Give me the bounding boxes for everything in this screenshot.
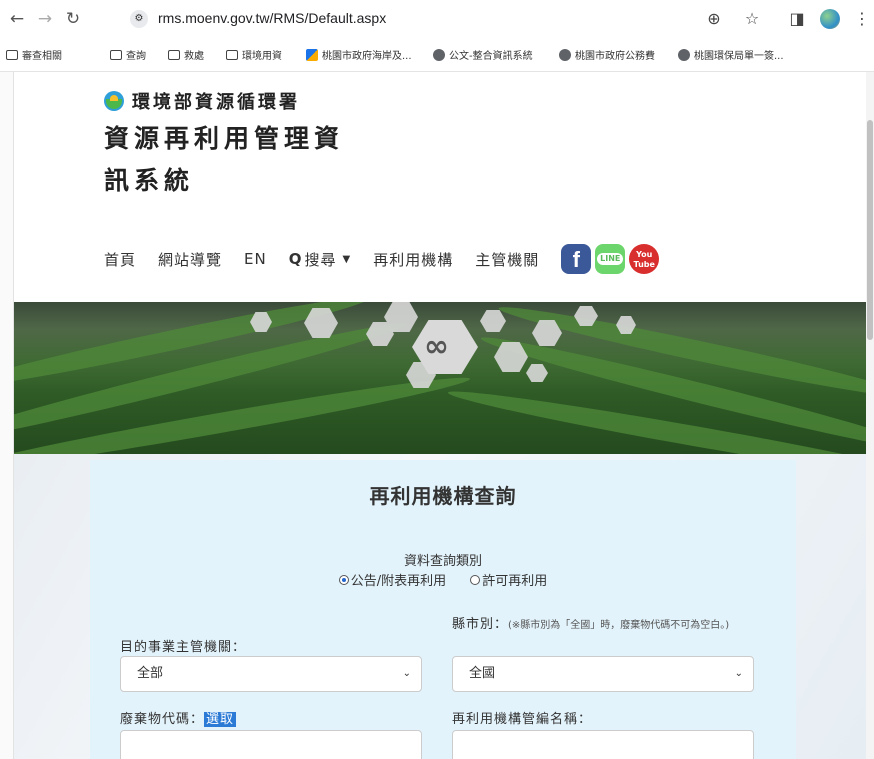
authority-select[interactable]: 全部 ⌄ [120,656,422,692]
back-arrow-icon[interactable]: ← [6,8,28,30]
system-title[interactable]: 資源再利用管理資訊系統 [104,118,364,202]
menu-sitemap[interactable]: 網站導覽 [158,249,222,270]
radio-announced[interactable]: 公告/附表再利用 [338,570,446,589]
scrollbar-thumb[interactable] [867,120,873,340]
waste-code-label-block: 廢棄物代碼： 選取 [120,708,237,727]
agency-name: 環境部資源循環署 [132,92,300,113]
youtube-icon[interactable]: You Tube [629,244,660,274]
authority-select-value: 全部 [137,666,164,681]
county-label-block: 縣市別：(※縣市別為「全國」時，廢棄物代碼不可為空白。) [452,614,762,637]
county-select-value: 全國 [469,666,496,681]
waste-code-input[interactable] [120,730,422,759]
side-panel-icon[interactable]: ◨ [787,9,807,28]
hero-banner-image: ∞ [14,302,866,454]
browser-toolbar: ← → ↻ ⚙ rms.moenv.gov.tw/RMS/Default.asp… [0,0,874,38]
form-title: 再利用機構查詢 [369,484,517,508]
agency-logo-icon [104,91,124,111]
org-name-label: 再利用機構管編名稱： [452,712,593,727]
forward-arrow-icon[interactable]: → [34,8,56,30]
folder-icon [226,49,238,60]
menu-search-label: 搜尋 [304,250,337,269]
county-select[interactable]: 全國 ⌄ [452,656,754,692]
star-icon[interactable]: ☆ [742,9,762,28]
search-icon: Q [288,250,303,268]
chevron-down-icon: ⌄ [402,668,411,679]
chevron-down-icon: ⌄ [734,668,743,679]
web-page: 環境部資源循環署 資源再利用管理資訊系統 首頁 網站導覽 EN Q 搜尋 ▼ 再… [14,72,866,759]
folder-icon [110,49,122,60]
reload-icon[interactable]: ↻ [62,8,84,30]
query-type-radios: 公告/附表再利用 許可再利用 [90,570,796,589]
bookmark-link[interactable]: 桃園環保局單一簽... [678,47,784,62]
menu-authority[interactable]: 主管機關 [475,249,539,270]
radio-selected-icon [338,574,349,585]
menu-reuse-org[interactable]: 再利用機構 [373,249,453,270]
menu-dots-icon[interactable]: ⋮ [852,9,872,28]
bookmark-link[interactable]: 桃園市政府海岸及... [306,47,412,62]
query-type-label: 資料查詢類別 [403,554,482,569]
globe-icon [559,48,571,61]
bookmark-folder[interactable]: 救處 [168,47,204,62]
query-form-card: 再利用機構查詢 資料查詢類別 公告/附表再利用 許可再利用 目的事業主管機關： … [90,460,796,759]
social-links: f LINE You Tube [561,244,660,274]
site-favicon-icon [306,48,318,61]
folder-icon [168,49,180,60]
caret-down-icon: ▼ [342,253,352,265]
agency-logo-row[interactable]: 環境部資源循環署 [104,88,300,114]
main-menu: 首頁 網站導覽 EN Q 搜尋 ▼ 再利用機構 主管機關 f LINE You … [104,242,660,276]
site-info-icon[interactable]: ⚙ [130,10,148,28]
facebook-icon[interactable]: f [561,244,592,274]
menu-search[interactable]: Q 搜尋 ▼ [289,249,351,270]
county-note: (※縣市別為「全國」時，廢棄物代碼不可為空白。) [508,620,730,631]
menu-english[interactable]: EN [244,250,267,268]
profile-avatar[interactable] [820,9,840,29]
address-bar[interactable]: ⚙ rms.moenv.gov.tw/RMS/Default.aspx [118,5,778,33]
menu-home[interactable]: 首頁 [104,249,136,270]
zoom-icon[interactable]: ⊕ [704,9,724,28]
content-area: 再利用機構查詢 資料查詢類別 公告/附表再利用 許可再利用 目的事業主管機關： … [14,454,866,759]
radio-permit[interactable]: 許可再利用 [470,570,547,589]
folder-icon [6,49,18,60]
globe-icon [433,48,445,61]
county-label: 縣市別： [452,617,509,632]
bookmark-link[interactable]: 公文-整合資訊系統 [433,47,533,62]
authority-label: 目的事業主管機關： [120,640,247,655]
pick-link[interactable]: 選取 [204,712,237,727]
waste-code-label: 廢棄物代碼： [120,712,205,727]
bookmark-link[interactable]: 桃園市政府公務費 [559,47,655,62]
bookmark-folder[interactable]: 查詢 [110,47,146,62]
bookmark-folder[interactable]: 審查相關 [6,47,62,62]
bookmarks-bar: 審查相關 查詢 救處 環境用資 桃園市政府海岸及... 公文-整合資訊系統 桃園… [0,38,874,97]
org-name-input[interactable] [452,730,754,759]
line-icon[interactable]: LINE [595,244,626,274]
url-text[interactable]: rms.moenv.gov.tw/RMS/Default.aspx [158,10,386,26]
radio-unselected-icon [470,574,481,585]
bookmark-folder[interactable]: 環境用資 [226,47,282,62]
left-page-edge [0,72,14,759]
globe-icon [678,48,690,61]
